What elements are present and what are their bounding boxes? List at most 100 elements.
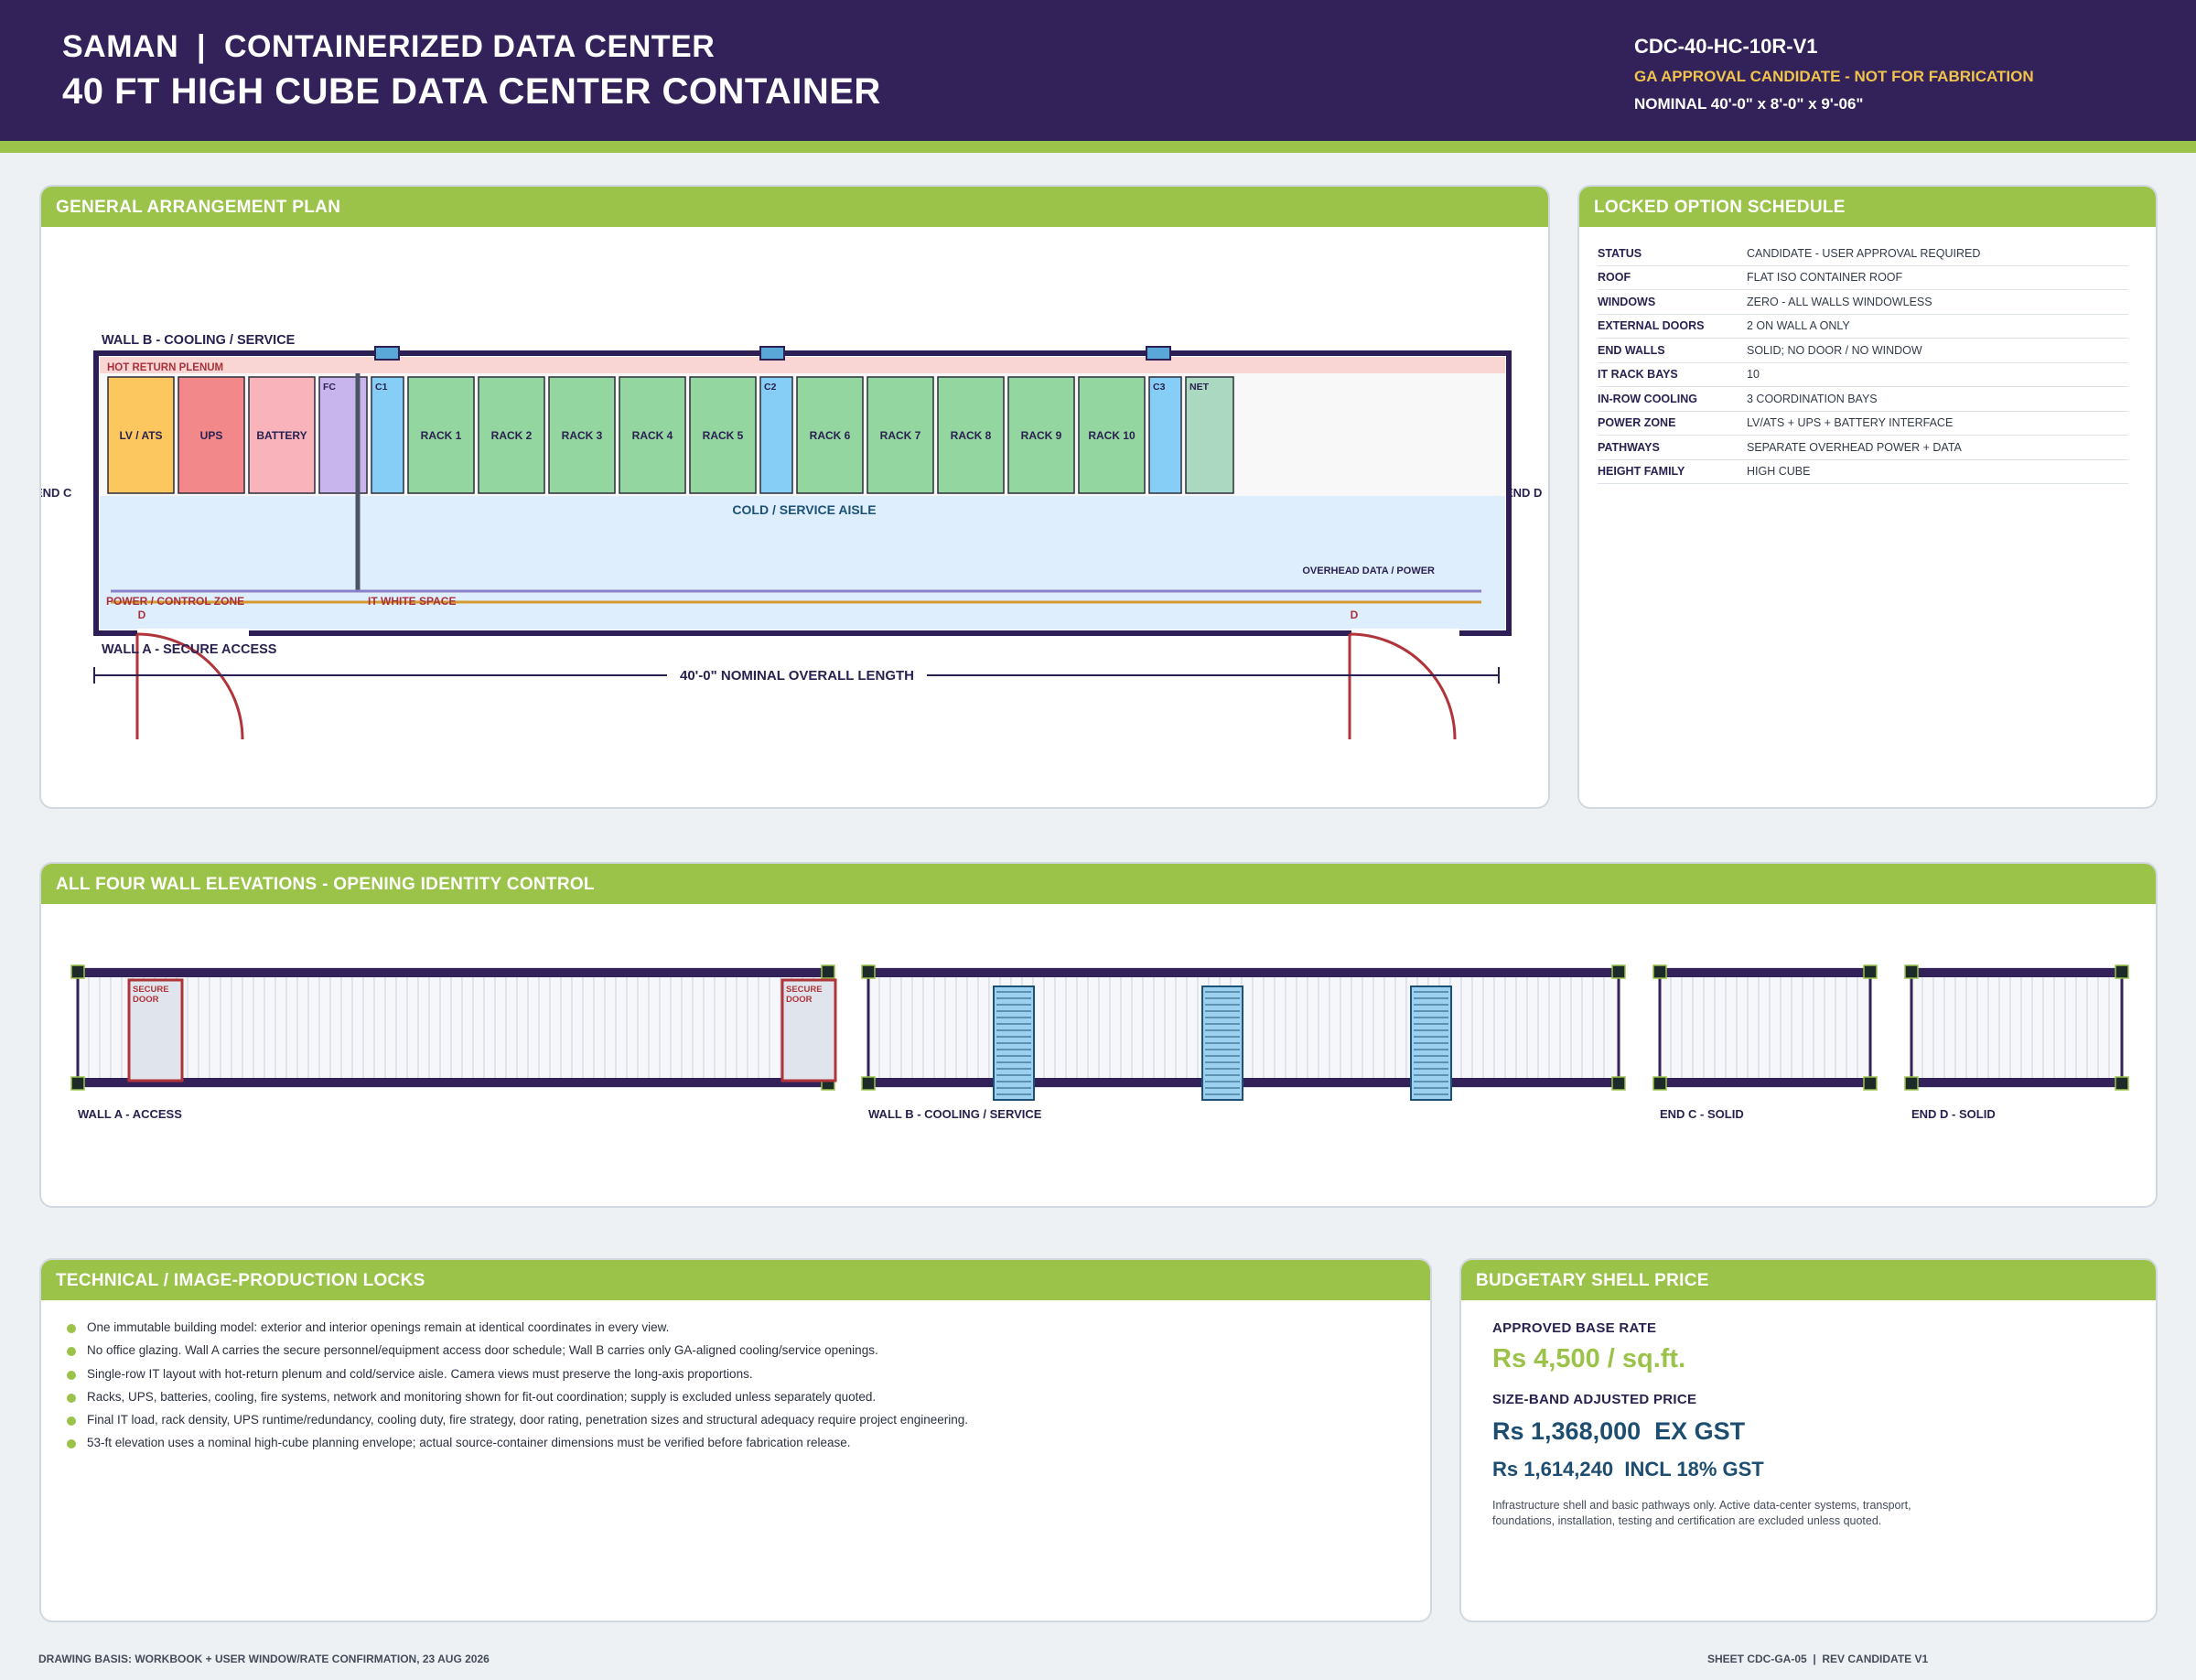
corner-casting — [2115, 964, 2129, 979]
lock-item: One immutable building model: exterior a… — [67, 1319, 1430, 1341]
footer-sheet-ref: SHEET CDC-GA-05 | REV CANDIDATE V1 — [1707, 1653, 1929, 1665]
equipment-bay: RACK 3 — [548, 376, 616, 494]
schedule-value: 2 ON WALL A ONLY — [1747, 319, 1850, 333]
corner-casting — [1611, 964, 1626, 979]
white-space-label: IT WHITE SPACE — [368, 595, 456, 608]
price-scope-note: Infrastructure shell and basic pathways … — [1492, 1499, 1911, 1527]
schedule-row: ROOF FLAT ISO CONTAINER ROOF — [1598, 266, 2128, 290]
footer-drawing-basis: DRAWING BASIS: WORKBOOK + USER WINDOW/RA… — [38, 1653, 490, 1665]
equipment-label: RACK 10 — [1088, 429, 1136, 442]
schedule-value: SOLID; NO DOOR / NO WINDOW — [1747, 343, 1922, 357]
equipment-bay: C1 — [371, 376, 404, 494]
equipment-label: RACK 7 — [880, 429, 921, 442]
lock-item-text: 53-ft elevation uses a nominal high-cube… — [87, 1436, 851, 1450]
schedule-panel-title: LOCKED OPTION SCHEDULE — [1579, 187, 2156, 227]
lock-item: Single-row IT layout with hot-return ple… — [67, 1365, 1430, 1388]
schedule-value: ZERO - ALL WALLS WINDOWLESS — [1747, 295, 1932, 308]
secure-door-label: DOOR — [786, 995, 813, 1005]
corner-casting — [2115, 1076, 2129, 1091]
locks-list: One immutable building model: exterior a… — [67, 1319, 1430, 1458]
equipment-label: RACK 9 — [1021, 429, 1062, 442]
bullet-dot-icon — [67, 1416, 76, 1427]
price-incl-gst: Rs 1,614,240 INCL 18% GST — [1492, 1458, 1764, 1481]
equipment-bay: RACK 10 — [1078, 376, 1146, 494]
schedule-row: WINDOWS ZERO - ALL WALLS WINDOWLESS — [1598, 290, 2128, 315]
schedule-key: HEIGHT FAMILY — [1598, 465, 1685, 479]
header-accent-stripe — [0, 141, 2196, 153]
secure-door: SECUREDOOR — [780, 978, 837, 1082]
cooling-louver — [1201, 985, 1243, 1101]
elevation-wall-b-label: WALL B - COOLING / SERVICE — [868, 1107, 1042, 1121]
bullet-dot-icon — [67, 1347, 76, 1357]
schedule-row: HEIGHT FAMILY HIGH CUBE — [1598, 460, 2128, 484]
elevation-wall-a-label: WALL A - ACCESS — [78, 1107, 182, 1121]
plan-panel-title: GENERAL ARRANGEMENT PLAN — [41, 187, 1548, 227]
corner-casting — [1863, 1076, 1878, 1091]
bullet-dot-icon — [67, 1439, 76, 1449]
lock-item: Final IT load, rack density, UPS runtime… — [67, 1411, 1430, 1434]
cooling-opening-2 — [759, 346, 785, 361]
equipment-label: RACK 6 — [810, 429, 851, 442]
schedule-value: FLAT ISO CONTAINER ROOF — [1747, 271, 1903, 285]
plan-panel: GENERAL ARRANGEMENT PLAN WALL B - COOLIN… — [39, 185, 1550, 809]
corner-casting — [70, 1076, 85, 1091]
header-bar: SAMAN | CONTAINERIZED DATA CENTER 40 FT … — [0, 0, 2196, 141]
equipment-bay: C2 — [759, 376, 793, 494]
equipment-label: RACK 5 — [703, 429, 744, 442]
equipment-label: RACK 2 — [491, 429, 533, 442]
equipment-block — [1148, 376, 1182, 494]
elevation-end-d-label: END D - SOLID — [1911, 1107, 1996, 1121]
secure-door-label: SECURE — [786, 985, 823, 995]
cold-aisle-label: COLD / SERVICE AISLE — [732, 502, 876, 517]
schedule-key: PATHWAYS — [1598, 440, 1660, 454]
schedule-row: EXTERNAL DOORS 2 ON WALL A ONLY — [1598, 315, 2128, 339]
schedule-key: IT RACK BAYS — [1598, 368, 1678, 382]
schedule-value: LV/ATS + UPS + BATTERY INTERFACE — [1747, 416, 1954, 430]
elevations-panel: ALL FOUR WALL ELEVATIONS - OPENING IDENT… — [39, 862, 2158, 1208]
equipment-block — [1185, 376, 1234, 494]
hot-return-plenum — [100, 357, 1505, 373]
header-drawing-code: CDC-40-HC-10R-V1 — [1634, 35, 1818, 58]
bullet-dot-icon — [67, 1324, 76, 1333]
base-rate-label: APPROVED BASE RATE — [1492, 1320, 1657, 1336]
cooling-opening-3 — [1146, 346, 1171, 361]
header-approval-status: GA APPROVAL CANDIDATE - NOT FOR FABRICAT… — [1634, 68, 2034, 85]
adjusted-price-label: SIZE-BAND ADJUSTED PRICE — [1492, 1392, 1697, 1407]
corner-casting — [70, 964, 85, 979]
bullet-dot-icon — [67, 1370, 76, 1380]
secure-door-label: SECURE — [133, 985, 169, 995]
schedule-row: END WALLS SOLID; NO DOOR / NO WINDOW — [1598, 339, 2128, 363]
schedule-value: 3 COORDINATION BAYS — [1747, 392, 1878, 405]
schedule-key: STATUS — [1598, 246, 1642, 260]
secure-door: SECUREDOOR — [127, 978, 184, 1082]
lock-item-text: One immutable building model: exterior a… — [87, 1320, 670, 1334]
secure-door-label: DOOR — [133, 995, 159, 1005]
corner-casting — [1611, 1076, 1626, 1091]
corner-casting — [1904, 1076, 1919, 1091]
bullet-dot-icon — [67, 1393, 76, 1403]
locks-panel-title: TECHNICAL / IMAGE-PRODUCTION LOCKS — [41, 1260, 1430, 1300]
equipment-bay: C3 — [1148, 376, 1182, 494]
equipment-label: RACK 1 — [421, 429, 462, 442]
corner-casting — [1904, 964, 1919, 979]
schedule-value: 10 — [1747, 368, 1760, 382]
door-2-swing-arc — [1349, 632, 1457, 740]
price-panel: BUDGETARY SHELL PRICE APPROVED BASE RATE… — [1459, 1258, 2158, 1622]
door-marker-1: D — [138, 608, 146, 621]
header-company-title: SAMAN | CONTAINERIZED DATA CENTER — [62, 29, 716, 64]
equipment-block — [371, 376, 404, 494]
elevation-wall-a: SECUREDOORSECUREDOOR — [70, 964, 837, 1091]
equipment-block — [759, 376, 793, 494]
equipment-label: C2 — [764, 382, 777, 393]
schedule-table: STATUS CANDIDATE - USER APPROVAL REQUIRED… — [1598, 242, 2128, 484]
lock-item: No office glazing. Wall A carries the se… — [67, 1341, 1430, 1364]
equipment-bay: RACK 4 — [619, 376, 686, 494]
top-rail — [868, 968, 1619, 977]
schedule-key: POWER ZONE — [1598, 416, 1676, 430]
plan-drawing: WALL B - COOLING / SERVICE END C END D H… — [41, 333, 1542, 740]
elevation-end-c-label: END C - SOLID — [1660, 1107, 1744, 1121]
hot-plenum-label: HOT RETURN PLENUM — [107, 362, 223, 373]
corner-casting — [1652, 964, 1667, 979]
schedule-value: CANDIDATE - USER APPROVAL REQUIRED — [1747, 246, 1981, 260]
equipment-bay: NET — [1185, 376, 1234, 494]
